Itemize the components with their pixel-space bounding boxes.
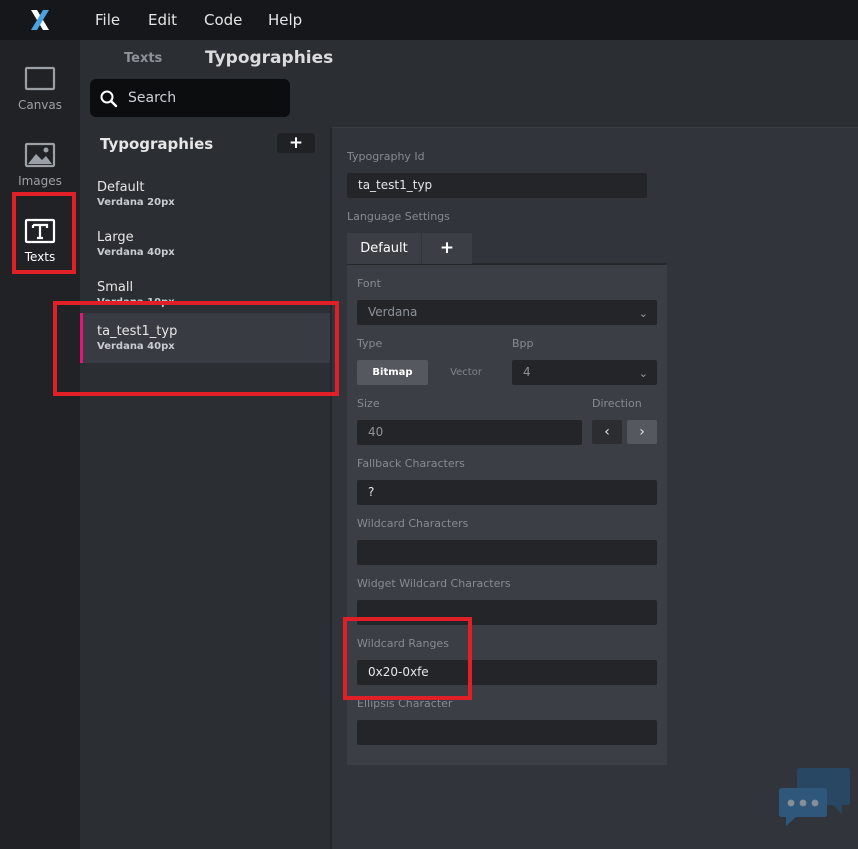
rail-label-canvas: Canvas bbox=[17, 98, 63, 112]
direction-label: Direction bbox=[592, 397, 642, 410]
wildcard-characters-label: Wildcard Characters bbox=[357, 517, 469, 530]
app-window: File Edit Code Help Canvas Images Texts … bbox=[0, 0, 858, 849]
list-item-font: Verdana 20px bbox=[97, 197, 175, 208]
language-settings-label: Language Settings bbox=[347, 210, 450, 223]
wildcard-characters-field[interactable] bbox=[357, 540, 657, 565]
add-typography-button[interactable]: + bbox=[277, 133, 315, 153]
chevron-down-icon: ⌄ bbox=[638, 307, 648, 320]
rail-label-texts: Texts bbox=[24, 250, 56, 264]
list-title: Typographies bbox=[100, 135, 214, 153]
fallback-characters-field[interactable]: ? bbox=[357, 480, 657, 505]
menu-edit[interactable]: Edit bbox=[148, 0, 177, 40]
wildcard-ranges-field[interactable]: 0x20-0xfe bbox=[357, 660, 657, 685]
wildcard-ranges-label: Wildcard Ranges bbox=[357, 637, 449, 650]
direction-left-button[interactable]: ‹ bbox=[592, 420, 622, 444]
menu-code[interactable]: Code bbox=[204, 0, 242, 40]
list-item-name: Default bbox=[97, 180, 145, 195]
list-item[interactable]: Default Verdana 20px bbox=[80, 168, 330, 218]
widget-wildcard-characters-label: Widget Wildcard Characters bbox=[357, 577, 511, 590]
chat-watermark-icon bbox=[779, 768, 850, 826]
list-item-name: Small bbox=[97, 280, 134, 295]
menu-file[interactable]: File bbox=[95, 0, 120, 40]
search-box[interactable]: Search bbox=[90, 79, 290, 117]
header-divider bbox=[332, 127, 858, 128]
menu-help[interactable]: Help bbox=[268, 0, 302, 40]
image-icon bbox=[24, 142, 56, 168]
type-bitmap-button[interactable]: Bitmap bbox=[357, 360, 428, 385]
rail-label-images: Images bbox=[18, 174, 62, 188]
font-select[interactable]: Verdana ⌄ bbox=[357, 300, 657, 325]
font-label: Font bbox=[357, 277, 381, 290]
menu-bar: File Edit Code Help bbox=[0, 0, 858, 40]
rail-item-texts[interactable]: Texts bbox=[0, 202, 80, 274]
type-label: Type bbox=[357, 337, 383, 350]
list-item-name: ta_test1_typ bbox=[97, 324, 178, 339]
app-logo-icon[interactable] bbox=[0, 0, 80, 40]
size-field[interactable]: 40 bbox=[357, 420, 582, 445]
search-input[interactable]: Search bbox=[128, 90, 176, 106]
font-select-value: Verdana bbox=[368, 305, 418, 319]
search-icon bbox=[100, 90, 118, 108]
list-item-font: Verdana 10px bbox=[97, 297, 175, 308]
fallback-characters-label: Fallback Characters bbox=[357, 457, 465, 470]
tab-language-default[interactable]: Default bbox=[347, 233, 421, 264]
list-item-name: Large bbox=[97, 230, 134, 245]
chevron-down-icon: ⌄ bbox=[638, 367, 648, 380]
type-vector-button[interactable]: Vector bbox=[430, 360, 502, 385]
typography-id-field[interactable]: ta_test1_typ bbox=[347, 173, 647, 198]
bpp-label: Bpp bbox=[512, 337, 534, 350]
list-item[interactable]: Small Verdana 10px bbox=[80, 268, 330, 318]
text-icon bbox=[24, 218, 56, 244]
tab-texts[interactable]: Texts bbox=[124, 51, 162, 66]
rail-item-canvas[interactable]: Canvas bbox=[0, 50, 80, 122]
language-settings-box bbox=[347, 263, 667, 765]
widget-wildcard-characters-field[interactable] bbox=[357, 600, 657, 625]
list-item-font: Verdana 40px bbox=[97, 247, 175, 258]
rail-item-images[interactable]: Images bbox=[0, 126, 80, 198]
add-language-button[interactable]: + bbox=[422, 233, 472, 264]
bpp-select[interactable]: 4 ⌄ bbox=[512, 360, 657, 385]
size-label: Size bbox=[357, 397, 380, 410]
canvas-icon bbox=[24, 66, 56, 91]
tab-typographies[interactable]: Typographies bbox=[205, 48, 333, 68]
list-item[interactable]: Large Verdana 40px bbox=[80, 218, 330, 268]
ellipsis-character-field[interactable] bbox=[357, 720, 657, 745]
bpp-select-value: 4 bbox=[523, 365, 531, 379]
ellipsis-character-label: Ellipsis Character bbox=[357, 697, 453, 710]
direction-right-button[interactable]: › bbox=[627, 420, 657, 444]
typography-id-label: Typography Id bbox=[347, 150, 425, 163]
list-item-selected[interactable]: ta_test1_typ Verdana 40px bbox=[80, 313, 330, 363]
list-item-font: Verdana 40px bbox=[97, 341, 175, 352]
